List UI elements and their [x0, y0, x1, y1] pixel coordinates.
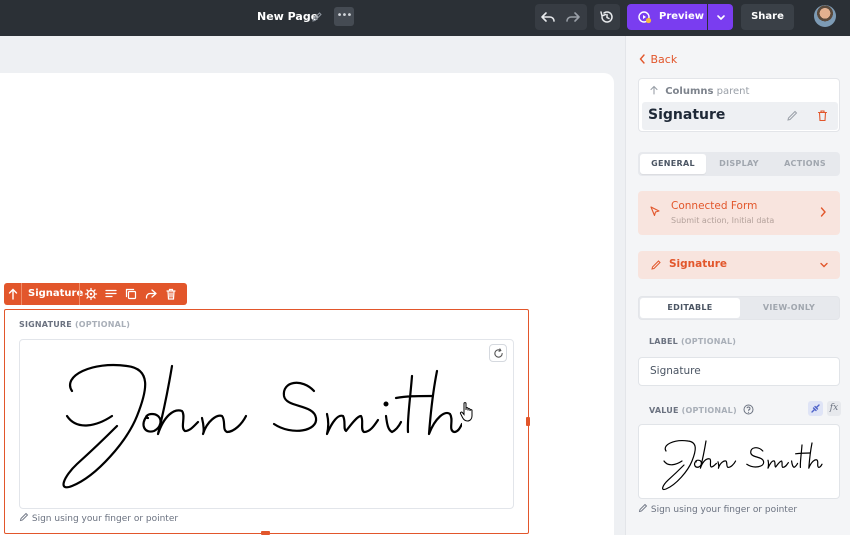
signature-section-title: Signature [669, 258, 728, 270]
pencil-icon [19, 512, 29, 522]
redo-icon[interactable] [565, 9, 581, 25]
preview-icon [638, 11, 652, 24]
optional-tag: (OPTIONAL) [681, 406, 737, 415]
hand-cursor-icon [459, 402, 473, 422]
chevron-down-icon [820, 262, 828, 268]
component-header-card: Columns parent Signature [638, 78, 840, 132]
reset-signature-button[interactable] [489, 344, 507, 362]
mode-toggle: EDITABLE VIEW-ONLY [638, 296, 840, 320]
preview-dropdown-button[interactable] [708, 4, 733, 30]
resize-handle-bottom[interactable] [261, 531, 270, 535]
value-signature-drawing [662, 440, 823, 491]
parent-name: Columns [665, 86, 714, 97]
pencil-icon[interactable] [311, 11, 323, 23]
component-toolbar: Signature [4, 283, 187, 305]
signature-field-label-text: SIGNATURE [19, 320, 72, 329]
chevron-left-icon [639, 54, 645, 64]
value-signature-preview[interactable] [638, 424, 840, 499]
optional-tag: (OPTIONAL) [74, 320, 131, 329]
signature-drawing [62, 363, 462, 489]
signature-hint-text: Sign using your finger or pointer [31, 514, 179, 524]
more-options-button[interactable]: ••• [334, 7, 354, 26]
undo-icon[interactable] [540, 9, 556, 25]
toolbar-divider [79, 283, 80, 305]
help-icon[interactable] [743, 404, 754, 415]
gear-icon[interactable] [84, 287, 98, 301]
label-field-title: LABEL (OPTIONAL) [649, 337, 736, 346]
arrow-up-icon [650, 85, 658, 95]
connected-form-subtitle: Submit action, Initial data [671, 216, 775, 225]
tab-display[interactable]: DISPLAY [706, 154, 772, 174]
trash-icon[interactable] [164, 287, 178, 301]
refresh-icon [494, 348, 503, 358]
panel-tabs: GENERAL DISPLAY ACTIONS [638, 152, 840, 176]
back-label: Back [650, 53, 678, 66]
properties-panel: Back Columns parent Signature GENERAL DI… [625, 36, 850, 535]
component-toolbar-label[interactable]: Signature [28, 288, 83, 299]
share-arrow-icon[interactable] [144, 287, 158, 301]
duplicate-icon[interactable] [124, 287, 138, 301]
arrow-up-icon [8, 288, 18, 300]
parent-suffix: parent [716, 86, 750, 97]
component-name-row: Signature [642, 102, 838, 130]
avatar[interactable] [814, 5, 836, 27]
parent-link[interactable]: Columns parent [649, 85, 749, 97]
signature-hint: Sign using your finger or pointer [19, 512, 178, 524]
tab-general[interactable]: GENERAL [640, 154, 706, 174]
undo-redo-group [535, 4, 587, 30]
top-bar: New Page ••• Preview Share [0, 0, 850, 36]
tab-actions[interactable]: ACTIONS [772, 154, 838, 174]
rename-pencil-icon[interactable] [786, 109, 799, 122]
preview-button[interactable]: Preview [627, 4, 707, 30]
bind-data-button[interactable] [808, 401, 823, 416]
select-parent-button[interactable] [4, 283, 22, 305]
history-icon [600, 11, 613, 23]
connected-form-card[interactable]: Connected Form Submit action, Initial da… [638, 191, 840, 235]
signature-block[interactable]: SIGNATURE (OPTIONAL) Sign using your fin… [4, 309, 529, 534]
resize-handle-right[interactable] [526, 417, 530, 426]
component-name: Signature [648, 107, 726, 123]
signature-section-header[interactable]: Signature [638, 251, 840, 279]
bind-icon [811, 404, 820, 413]
align-icon[interactable] [104, 287, 118, 301]
pencil-icon [651, 260, 661, 270]
pencil-icon [638, 503, 648, 513]
back-link[interactable]: Back [638, 53, 677, 66]
page-title[interactable]: New Page [257, 10, 318, 23]
connected-form-title: Connected Form [671, 200, 758, 212]
share-button[interactable]: Share [741, 4, 794, 30]
history-button[interactable] [594, 4, 620, 30]
value-field-title: VALUE (OPTIONAL) [649, 404, 754, 415]
chevron-down-icon [717, 15, 725, 20]
formula-button[interactable]: fx [827, 401, 841, 416]
signature-pad[interactable] [19, 339, 514, 509]
label-input[interactable]: Signature [638, 357, 840, 386]
value-field-title-text: VALUE [649, 406, 679, 415]
cursor-icon [650, 206, 660, 217]
value-hint: Sign using your finger or pointer [638, 503, 797, 515]
preview-label: Preview [659, 11, 705, 22]
signature-field-label: SIGNATURE (OPTIONAL) [19, 320, 130, 329]
optional-tag: (OPTIONAL) [680, 337, 737, 346]
mode-editable[interactable]: EDITABLE [640, 298, 740, 318]
value-hint-text: Sign using your finger or pointer [650, 505, 798, 515]
trash-icon[interactable] [816, 109, 829, 122]
chevron-right-icon [820, 207, 826, 217]
label-field-title-text: LABEL [649, 337, 678, 346]
mode-view-only[interactable]: VIEW-ONLY [739, 298, 839, 318]
